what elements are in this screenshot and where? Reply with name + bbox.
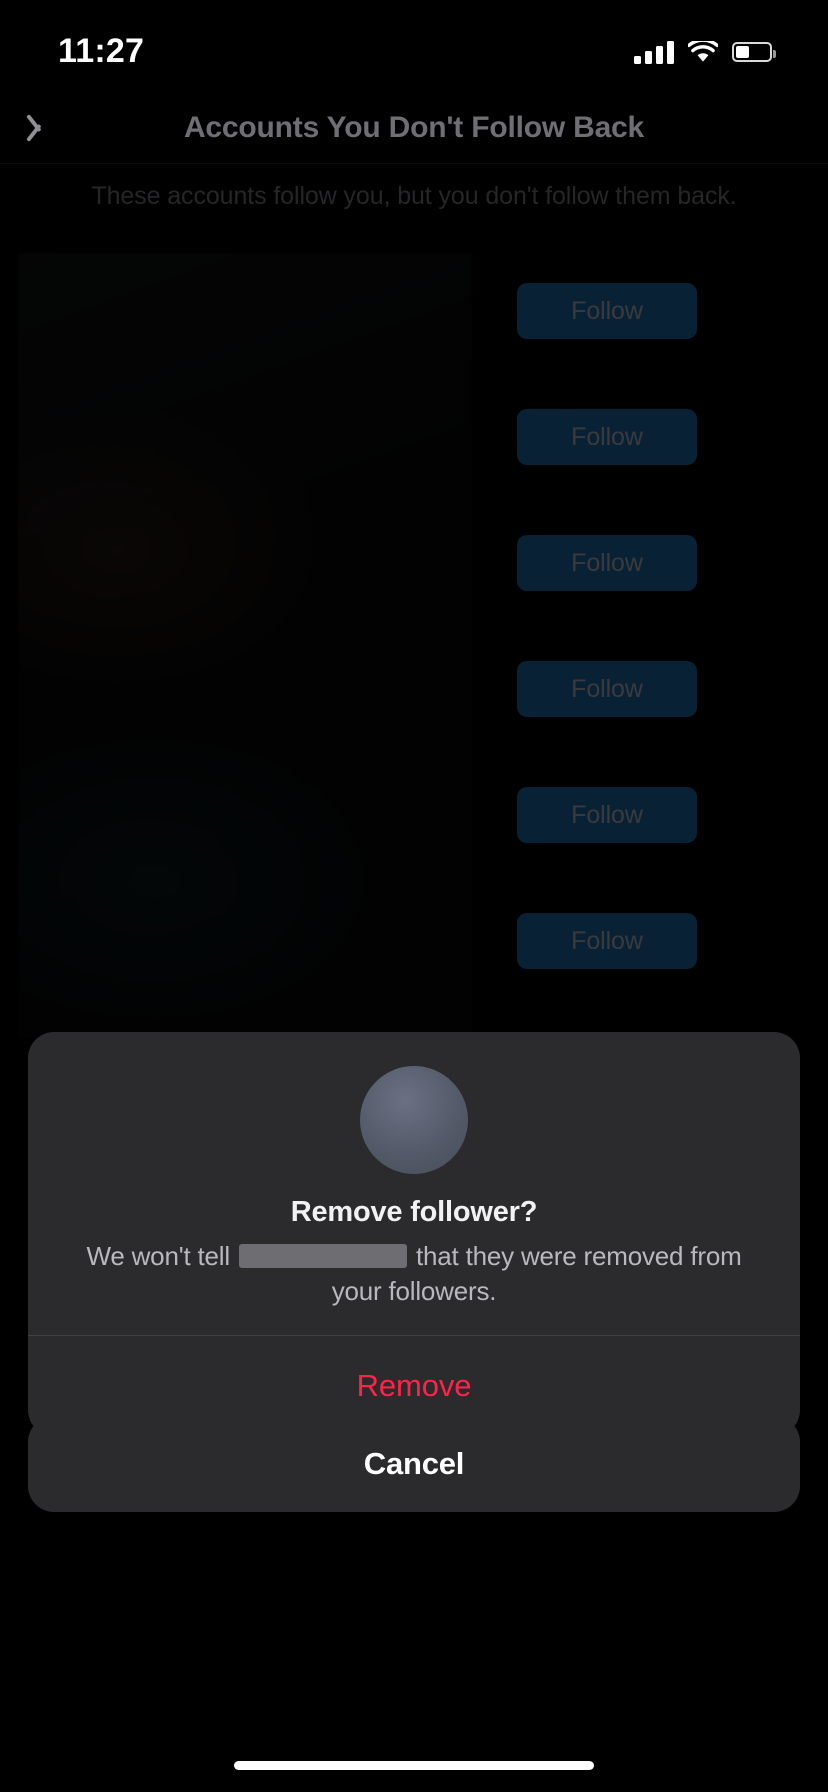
- back-button[interactable]: [0, 92, 80, 164]
- chevron-left-icon: [29, 109, 51, 147]
- list-item[interactable]: Follow: [0, 633, 828, 759]
- wifi-icon: [687, 37, 719, 64]
- list-item[interactable]: Follow: [0, 255, 828, 381]
- follow-button[interactable]: Follow: [517, 661, 697, 717]
- battery-icon: [732, 42, 776, 62]
- navigation-bar: Accounts You Don't Follow Back: [0, 92, 828, 164]
- redacted-username: [238, 1244, 407, 1268]
- follow-button[interactable]: Follow: [517, 787, 697, 843]
- status-bar: 11:27: [0, 0, 828, 92]
- accounts-list: Follow Follow Follow Follow Follow Follo…: [0, 250, 828, 1478]
- list-item[interactable]: Follow: [0, 381, 828, 507]
- dialog-title: Remove follower?: [290, 1196, 538, 1228]
- follow-button[interactable]: Follow: [517, 409, 697, 465]
- list-item[interactable]: Follow: [0, 759, 828, 885]
- cancel-button[interactable]: Cancel: [28, 1416, 800, 1512]
- dialog-body-before: We won't tell: [86, 1241, 230, 1271]
- phone-screen: 11:27 Accounts You Don't Follow Back The…: [0, 0, 828, 1792]
- list-item[interactable]: Follow: [0, 885, 828, 1011]
- home-indicator-bar[interactable]: [234, 1761, 594, 1770]
- status-bar-icons: [634, 37, 776, 64]
- cellular-signal-icon: [634, 40, 674, 64]
- list-item[interactable]: Follow: [0, 507, 828, 633]
- follow-button[interactable]: Follow: [517, 913, 697, 969]
- dialog-header: Remove follower? We won't tell that they…: [28, 1032, 800, 1335]
- follow-button[interactable]: Follow: [517, 283, 697, 339]
- user-avatar-placeholder: [360, 1066, 468, 1174]
- page-title: Accounts You Don't Follow Back: [183, 110, 645, 144]
- status-bar-time: 11:27: [58, 31, 145, 70]
- page-subtitle: These accounts follow you, but you don't…: [91, 182, 737, 210]
- dialog-body: We won't tell that they were removed fro…: [68, 1239, 760, 1309]
- remove-follower-dialog: Remove follower? We won't tell that they…: [28, 1032, 800, 1436]
- follow-button[interactable]: Follow: [517, 535, 697, 591]
